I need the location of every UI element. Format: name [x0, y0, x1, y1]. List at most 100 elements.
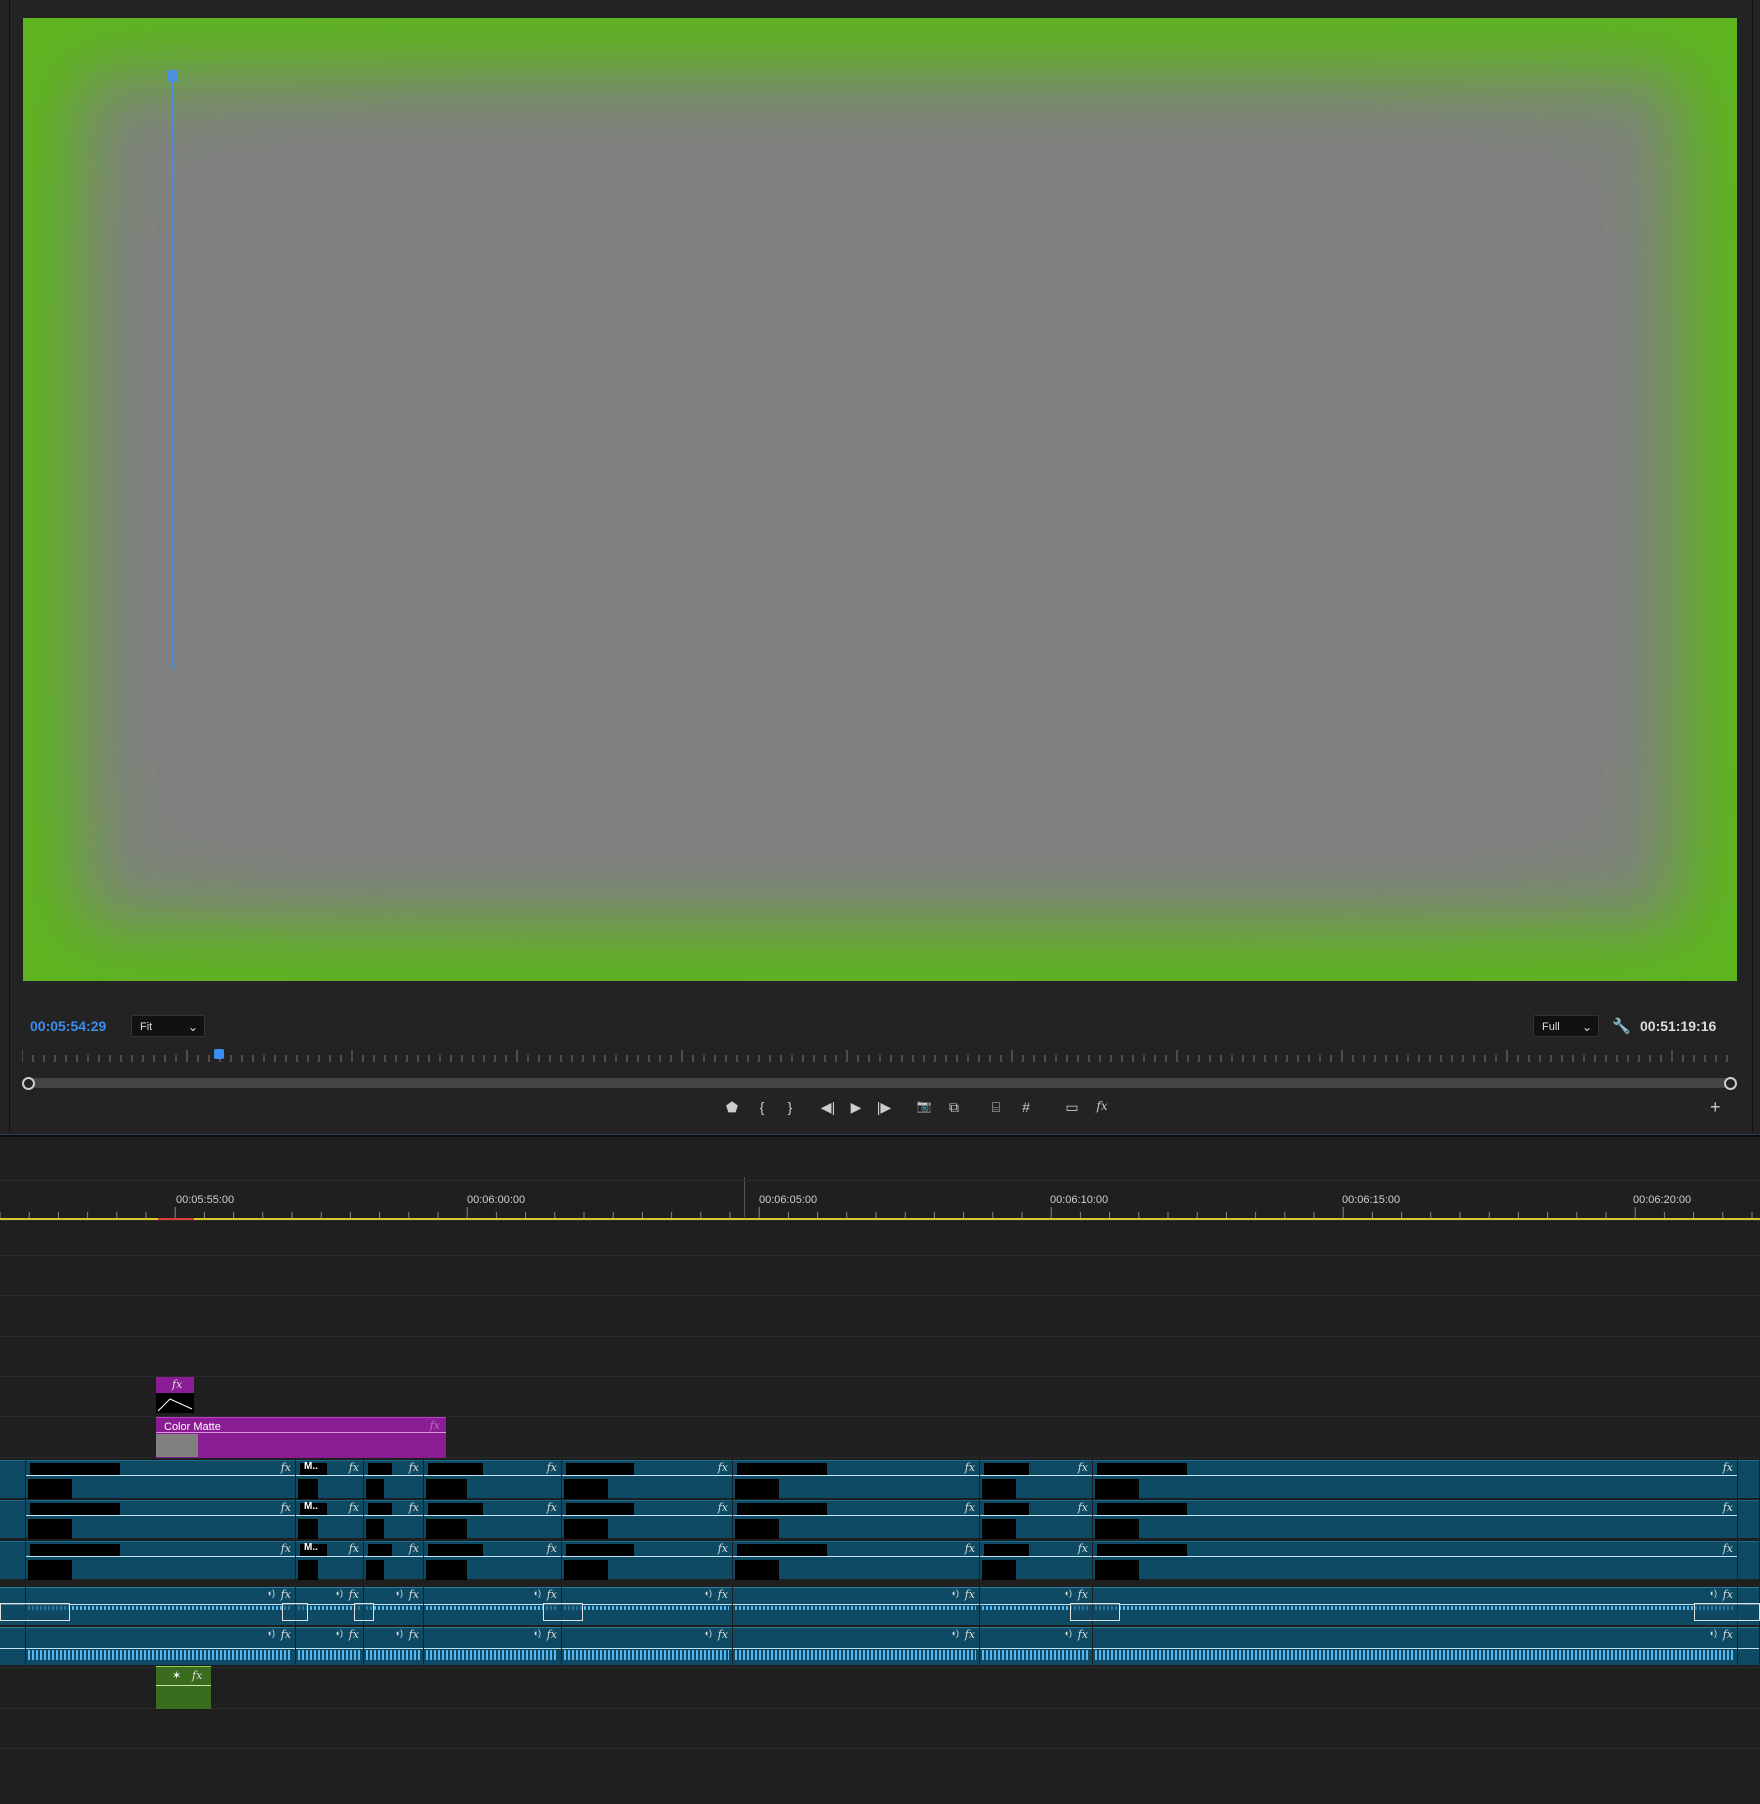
video-clip[interactable]: fx: [1093, 1500, 1737, 1539]
settings-wrench-icon[interactable]: 🔧: [1612, 1017, 1631, 1035]
video-clip[interactable]: fx: [424, 1460, 561, 1499]
clip-thumbnail: [426, 1519, 468, 1539]
video-clip[interactable]: fx: [364, 1541, 423, 1580]
video-clip[interactable]: fx M..: [296, 1500, 363, 1539]
audio-clip[interactable]: fx ◖): [562, 1627, 732, 1665]
clip-thumbnail: [1095, 1560, 1139, 1580]
export-frame-icon[interactable]: 📷: [912, 1099, 936, 1113]
current-timecode[interactable]: 00:05:54:29: [30, 1018, 106, 1034]
video-clip[interactable]: fx: [562, 1500, 732, 1539]
clip-fx-badge: fx: [172, 1378, 183, 1391]
monitor-zoom-scrollbar[interactable]: [26, 1078, 1732, 1088]
audio-transition[interactable]: [1694, 1603, 1760, 1621]
audio-clip[interactable]: fx ◖): [1093, 1627, 1737, 1665]
grid-icon[interactable]: #: [1014, 1099, 1038, 1115]
audio-transition[interactable]: [0, 1603, 70, 1621]
adjustment-clip[interactable]: fx: [156, 1377, 194, 1413]
video-clip[interactable]: fx: [1093, 1541, 1737, 1580]
audio-clip[interactable]: [1738, 1627, 1759, 1665]
playback-resolution-select[interactable]: Full ⌄: [1533, 1015, 1599, 1037]
clip-thumbnail: [368, 1503, 392, 1515]
audio-clip[interactable]: fx ◖): [980, 1627, 1092, 1665]
clip-thumbnail: [426, 1560, 468, 1580]
video-clip[interactable]: fx: [424, 1500, 561, 1539]
video-clip[interactable]: fx: [562, 1460, 732, 1499]
clip-opacity-line: [364, 1556, 423, 1557]
clip-fx-badge: fx: [280, 1588, 291, 1601]
video-clip[interactable]: fx: [733, 1460, 979, 1499]
clip-thumbnail: [298, 1560, 319, 1580]
ruler-time-label: 00:06:10:00: [1050, 1194, 1109, 1206]
clip-thumbnail: [1097, 1503, 1187, 1515]
speaker-icon: ◖): [532, 1628, 541, 1638]
audio-transition[interactable]: [282, 1603, 308, 1621]
video-clip[interactable]: fx: [980, 1460, 1092, 1499]
monitor-playhead[interactable]: [214, 1049, 224, 1059]
video-clip[interactable]: [1738, 1460, 1759, 1498]
scrollbar-right-handle[interactable]: [1724, 1077, 1737, 1090]
clip-fx-badge: fx: [408, 1461, 419, 1474]
track-separator: [0, 1180, 1760, 1181]
audio-transition[interactable]: [1070, 1603, 1120, 1621]
clip-thumbnail: [368, 1463, 392, 1475]
audio-clip[interactable]: fx ◖): [733, 1627, 979, 1665]
video-clip[interactable]: fx M..: [296, 1541, 363, 1580]
audio-clip[interactable]: fx ◖): [296, 1627, 363, 1665]
fx-toggle-icon[interactable]: fx: [1090, 1099, 1114, 1113]
video-clip[interactable]: fx: [364, 1460, 423, 1499]
audio-clip[interactable]: fx ◖): [1093, 1587, 1737, 1625]
video-clip[interactable]: [1738, 1500, 1759, 1538]
step-back-icon[interactable]: ◀|: [816, 1099, 840, 1116]
audio-clip[interactable]: fx ◖): [26, 1627, 295, 1665]
audio-clip[interactable]: fx ◖): [562, 1587, 732, 1625]
audio-transition[interactable]: [543, 1603, 583, 1621]
mark-out-icon[interactable]: }: [778, 1099, 802, 1115]
audio-clip[interactable]: [0, 1627, 25, 1665]
add-marker-icon[interactable]: ⬟: [720, 1099, 744, 1116]
clip-thumbnail: [737, 1463, 827, 1475]
clip-fx-badge: fx: [1722, 1542, 1733, 1555]
speaker-icon: ◖): [532, 1588, 541, 1598]
safe-margins-icon[interactable]: ⌸: [984, 1099, 1008, 1116]
video-clip[interactable]: fx: [733, 1541, 979, 1580]
clip-fx-badge: fx: [964, 1461, 975, 1474]
play-icon[interactable]: ▶: [844, 1099, 868, 1116]
color-matte-clip[interactable]: Color Matte fx: [156, 1417, 446, 1458]
video-clip[interactable]: fx: [980, 1500, 1092, 1539]
playhead-line[interactable]: [172, 80, 173, 670]
video-clip[interactable]: fx: [26, 1460, 295, 1499]
video-clip[interactable]: [1738, 1541, 1759, 1579]
audio-clip[interactable]: fx ◖): [424, 1587, 561, 1625]
video-clip[interactable]: [0, 1541, 25, 1579]
video-clip[interactable]: fx: [733, 1500, 979, 1539]
button-editor-plus-icon[interactable]: +: [1710, 1097, 1721, 1118]
video-clip[interactable]: fx M..: [296, 1460, 363, 1499]
video-clip[interactable]: [0, 1460, 25, 1498]
video-clip[interactable]: fx: [1093, 1460, 1737, 1499]
video-clip[interactable]: fx: [424, 1541, 561, 1580]
step-forward-icon[interactable]: |▶: [872, 1099, 896, 1116]
compare-icon[interactable]: ⧉: [942, 1099, 966, 1116]
monitor-time-ruler[interactable]: [22, 1050, 1734, 1062]
video-preview[interactable]: [23, 18, 1737, 981]
clip-fx-badge: fx: [1077, 1588, 1088, 1601]
video-clip[interactable]: fx: [26, 1500, 295, 1539]
mark-in-icon[interactable]: {: [750, 1099, 774, 1115]
video-clip[interactable]: fx: [562, 1541, 732, 1580]
speaker-icon: ◖): [394, 1588, 403, 1598]
video-clip[interactable]: [0, 1500, 25, 1538]
video-clip[interactable]: fx: [364, 1500, 423, 1539]
speaker-icon: ◖): [266, 1628, 275, 1638]
audio-clip[interactable]: fx ◖): [424, 1627, 561, 1665]
zoom-level-select[interactable]: Fit ⌄: [131, 1015, 205, 1037]
graphic-clip[interactable]: ✶ fx: [156, 1666, 211, 1709]
vr-toggle-icon[interactable]: ▭: [1060, 1099, 1084, 1116]
audio-clip[interactable]: fx ◖): [364, 1627, 423, 1665]
audio-transition[interactable]: [354, 1603, 374, 1621]
clip-fx-badge: fx: [280, 1461, 291, 1474]
playhead[interactable]: [167, 70, 178, 82]
audio-clip[interactable]: fx ◖): [733, 1587, 979, 1625]
video-clip[interactable]: fx: [26, 1541, 295, 1580]
video-clip[interactable]: fx: [980, 1541, 1092, 1580]
scrollbar-left-handle[interactable]: [22, 1077, 35, 1090]
